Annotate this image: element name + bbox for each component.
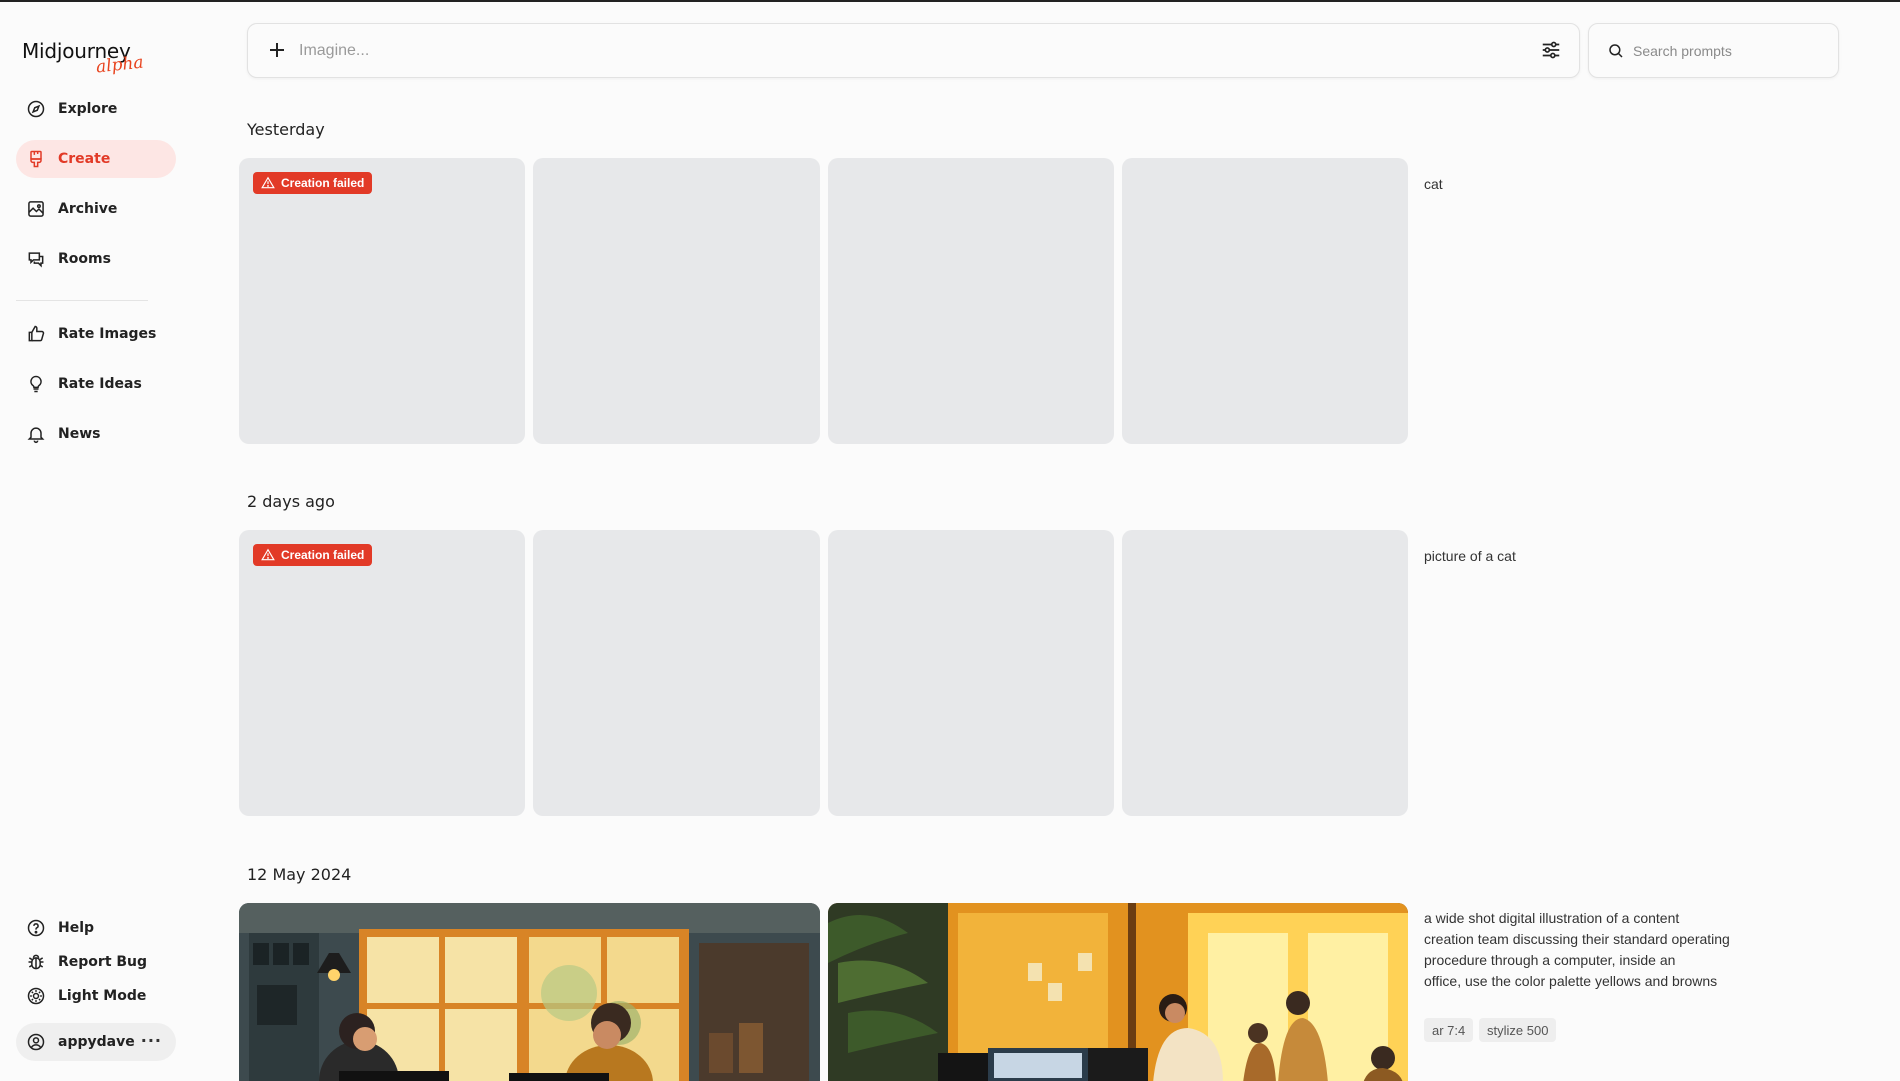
midjourney-logo[interactable]: Midjourney alpha: [22, 39, 144, 77]
section-date-heading: 2 days ago: [247, 492, 335, 511]
sun-icon: [27, 987, 45, 1005]
creation-failed-badge: Creation failed: [253, 172, 373, 194]
imagine-bar: [247, 23, 1580, 78]
prompt-line: creation team discussing their standard …: [1424, 931, 1730, 947]
prompt-text[interactable]: cat: [1424, 174, 1443, 195]
param-tag-aspect-ratio[interactable]: ar 7:4: [1424, 1018, 1474, 1042]
sidebar-item-label: Create: [58, 151, 111, 167]
prompt-line: procedure through a computer, inside an: [1424, 952, 1676, 968]
help-icon: [27, 919, 45, 937]
image-tile[interactable]: [533, 530, 820, 816]
sidebar-item-rate-images[interactable]: Rate Images: [16, 315, 176, 353]
image-tile[interactable]: Creation failed: [239, 158, 525, 444]
username: appydave: [58, 1034, 135, 1050]
sidebar-item-rate-ideas[interactable]: Rate Ideas: [16, 365, 176, 403]
sidebar-item-archive[interactable]: Archive: [16, 190, 176, 228]
prompt-text[interactable]: a wide shot digital illustration of a co…: [1424, 908, 1730, 992]
section-date-heading: Yesterday: [247, 120, 325, 139]
sidebar: Midjourney alpha Explore Create Archive …: [0, 2, 190, 1081]
sidebar-item-label: Rate Images: [58, 326, 157, 342]
badge-label: Creation failed: [281, 176, 365, 190]
imagine-input[interactable]: [299, 36, 1479, 66]
creation-failed-badge: Creation failed: [253, 544, 373, 566]
sidebar-item-help[interactable]: Help: [16, 911, 176, 945]
chat-icon: [28, 252, 44, 268]
search-input[interactable]: [1633, 37, 1823, 65]
badge-label: Creation failed: [281, 548, 365, 562]
warning-icon: [261, 548, 275, 561]
compass-icon: [27, 100, 45, 118]
prompt-line: a wide shot digital illustration of a co…: [1424, 910, 1680, 926]
image-tile[interactable]: [1122, 530, 1408, 816]
sidebar-item-label: Light Mode: [58, 988, 147, 1004]
sidebar-item-create[interactable]: Create: [16, 140, 176, 178]
image-tile[interactable]: Creation failed: [239, 530, 525, 816]
warning-icon: [261, 176, 275, 189]
sidebar-item-rooms[interactable]: Rooms: [16, 240, 176, 278]
sidebar-item-label: News: [58, 426, 101, 442]
generated-image-office-right[interactable]: [828, 903, 1408, 1081]
prompt-text[interactable]: picture of a cat: [1424, 546, 1516, 567]
sidebar-item-label: Explore: [58, 101, 118, 117]
sidebar-item-label: Archive: [58, 201, 118, 217]
sidebar-item-news[interactable]: News: [16, 415, 176, 453]
param-tag-stylize[interactable]: stylize 500: [1479, 1018, 1557, 1042]
lightbulb-icon: [30, 375, 42, 393]
image-tile[interactable]: [1122, 158, 1408, 444]
user-account-button[interactable]: appydave ···: [16, 1023, 176, 1061]
image-tile[interactable]: [533, 158, 820, 444]
sidebar-item-report-bug[interactable]: Report Bug: [16, 945, 176, 979]
more-options-icon[interactable]: ···: [141, 1031, 162, 1050]
thumbs-up-icon: [28, 325, 45, 342]
sidebar-item-light-mode[interactable]: Light Mode: [16, 979, 176, 1013]
bell-icon: [27, 427, 45, 444]
image-icon: [28, 201, 44, 217]
sidebar-item-label: Help: [58, 920, 95, 936]
sidebar-item-label: Rooms: [58, 251, 111, 267]
search-icon: [1609, 44, 1623, 58]
plus-icon[interactable]: [265, 38, 289, 62]
section-date-heading: 12 May 2024: [247, 865, 352, 884]
search-prompts: [1588, 23, 1839, 78]
image-tile[interactable]: [828, 158, 1114, 444]
brush-icon: [30, 150, 42, 168]
image-tile[interactable]: [828, 530, 1114, 816]
sidebar-item-label: Rate Ideas: [58, 376, 142, 392]
generated-image-office-left[interactable]: [239, 903, 820, 1081]
sidebar-item-label: Report Bug: [58, 954, 148, 970]
sidebar-divider: [16, 300, 148, 301]
bug-icon: [28, 954, 44, 970]
user-avatar-icon: [27, 1033, 45, 1051]
sidebar-item-explore[interactable]: Explore: [16, 90, 176, 128]
logo-alpha-badge: alpha: [95, 52, 145, 78]
prompt-line: office, use the color palette yellows an…: [1424, 973, 1718, 989]
settings-sliders-icon[interactable]: [1540, 39, 1562, 61]
